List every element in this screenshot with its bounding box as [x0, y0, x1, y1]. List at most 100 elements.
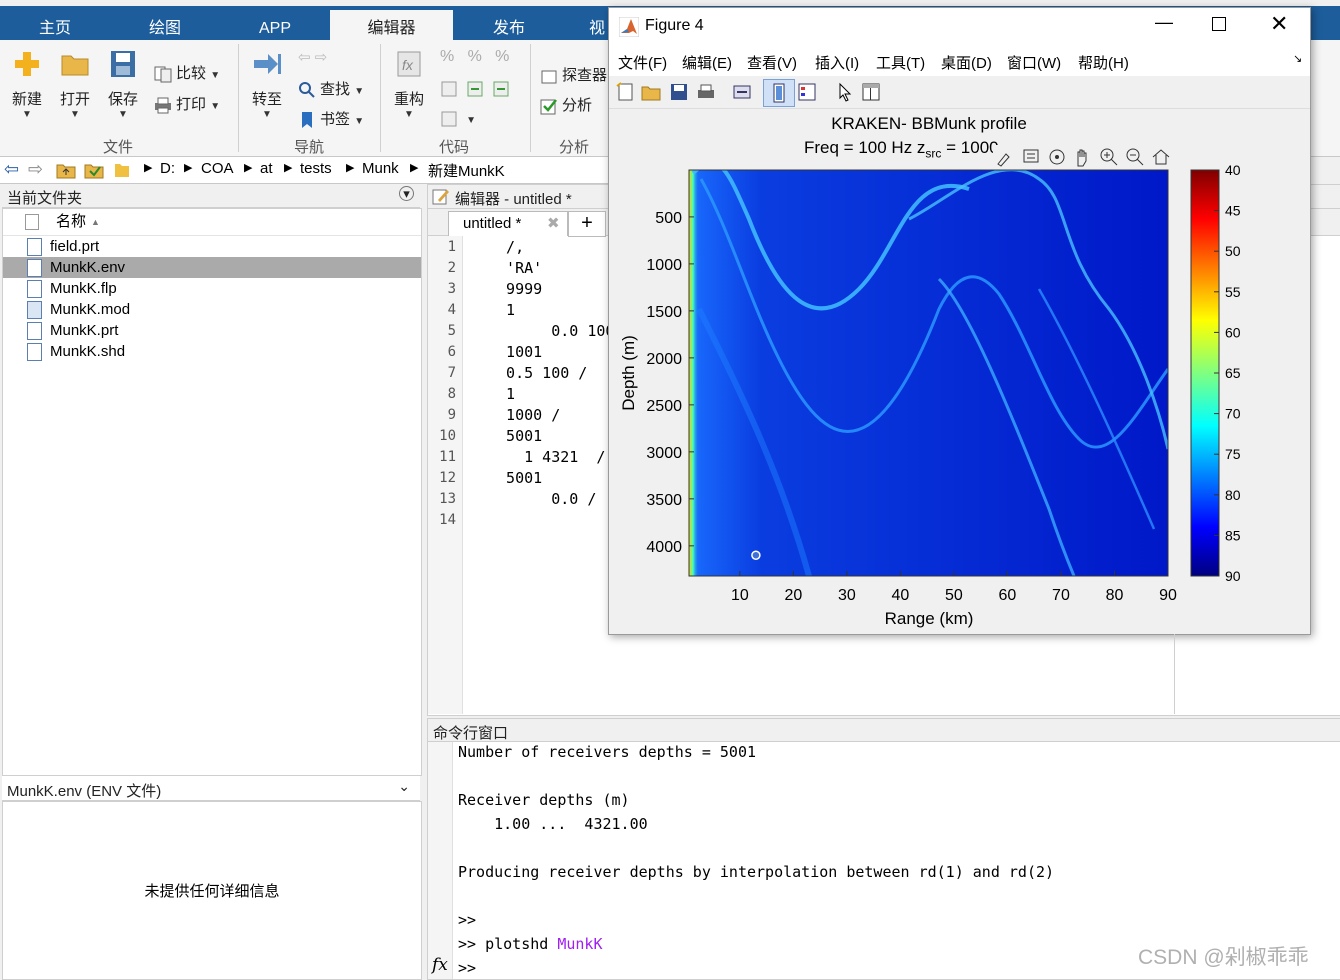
near-source-field — [689, 170, 699, 576]
open-button[interactable]: 打开 ▼ — [54, 50, 96, 120]
path-segment-current[interactable]: 新建MunkK — [428, 160, 505, 181]
close-tab-icon[interactable]: ✖ — [547, 214, 560, 232]
pointer-arrow-icon[interactable] — [835, 82, 855, 102]
find-button[interactable]: 查找 ▼ — [298, 78, 364, 99]
colorbar-toggle-active[interactable] — [763, 79, 795, 107]
current-folder-header: 当前文件夹 ▾ — [2, 184, 420, 208]
menu-window[interactable]: 窗口(W) — [1007, 52, 1061, 73]
format-tools[interactable]: ▼ — [440, 110, 476, 128]
details-header[interactable]: MunkK.env (ENV 文件) ⌄ — [2, 776, 420, 801]
browse-folder-icon[interactable] — [84, 161, 104, 179]
legend-icon[interactable] — [797, 82, 817, 102]
chevron-down-icon[interactable]: ⌄ — [398, 778, 410, 795]
forward-icon[interactable]: ⇨ — [28, 159, 43, 180]
path-segment-d[interactable]: D: — [160, 160, 175, 177]
command-input-prompt[interactable]: >> — [458, 959, 476, 977]
menu-desktop[interactable]: 桌面(D) — [941, 52, 992, 73]
link-plot-icon[interactable] — [732, 82, 752, 102]
editor-tab-untitled[interactable]: untitled * ✖ — [448, 211, 568, 236]
close-window-icon[interactable]: ✕ — [1270, 11, 1288, 37]
property-inspector-icon[interactable] — [861, 82, 881, 102]
panel-menu-icon[interactable]: ▾ — [399, 186, 414, 201]
matlab-logo-icon — [619, 17, 639, 37]
new-plus-icon — [15, 52, 39, 76]
x-tick-label: 50 — [945, 587, 963, 604]
folder-icon — [61, 55, 89, 76]
file-row[interactable]: MunkK.flp — [3, 278, 421, 299]
save-figure-icon[interactable] — [669, 82, 689, 102]
maximize-icon[interactable] — [1212, 17, 1226, 31]
wrap-comment-icon[interactable]: % — [495, 48, 509, 65]
print-button[interactable]: 打印 ▼ — [154, 93, 220, 114]
comment-tools[interactable]: % % % — [440, 48, 509, 66]
file-list-header[interactable]: 名称 ▲ — [3, 209, 421, 236]
menu-view[interactable]: 查看(V) — [747, 52, 797, 73]
path-segment-munk[interactable]: Munk — [362, 160, 399, 177]
command-gutter — [428, 742, 453, 979]
minimize-icon[interactable]: — — [1155, 12, 1173, 33]
name-column-header[interactable]: 名称 — [56, 209, 86, 235]
file-row-selected[interactable]: MunkK.env — [3, 257, 421, 278]
goto-button[interactable]: 转至 ▼ — [246, 50, 288, 120]
file-row[interactable]: field.prt — [3, 236, 421, 257]
path-sep-icon: ▶ — [284, 162, 293, 174]
command-prompt-line: >> — [458, 911, 477, 929]
bookmark-button[interactable]: 书签 ▼ — [298, 108, 364, 129]
menu-edit[interactable]: 编辑(E) — [682, 52, 732, 73]
bookmark-icon — [302, 112, 312, 129]
path-sep-icon: ▶ — [144, 162, 153, 174]
line-number: 5 — [447, 323, 456, 339]
back-forward-buttons[interactable]: ⇦ ⇨ — [298, 48, 327, 66]
menu-file[interactable]: 文件(F) — [618, 52, 667, 73]
y-axis-label: Depth (m) — [619, 335, 638, 411]
menu-tools[interactable]: 工具(T) — [876, 52, 925, 73]
new-figure-icon[interactable] — [615, 82, 635, 102]
line-number: 6 — [447, 344, 456, 360]
fx-function-browser-icon[interactable]: fx — [432, 955, 448, 975]
explorer-label: 探查器 — [562, 67, 608, 84]
print-figure-icon[interactable] — [696, 82, 716, 102]
file-name: MunkK.prt — [50, 322, 119, 339]
search-icon — [299, 82, 315, 98]
editor-tab-label: untitled * — [463, 215, 522, 232]
forward-arrow-icon[interactable]: ⇨ — [315, 49, 328, 66]
save-button[interactable]: 保存 ▼ — [102, 50, 144, 120]
back-icon[interactable]: ⇦ — [4, 159, 19, 180]
explorer-button[interactable]: 探查器 — [540, 64, 607, 85]
menu-help[interactable]: 帮助(H) — [1078, 52, 1129, 73]
dock-arrow-icon[interactable]: ↘ — [1293, 52, 1302, 65]
source-marker — [751, 550, 761, 560]
analyze-label: 分析 — [562, 97, 593, 114]
new-tab-plus-icon[interactable]: + — [568, 211, 606, 237]
group-separator — [380, 44, 381, 152]
analyze-button[interactable]: 分析 — [540, 94, 592, 115]
path-segment-tests[interactable]: tests — [300, 160, 332, 177]
uncomment-icon[interactable]: % — [468, 48, 482, 65]
code-line: 9999 — [488, 280, 543, 298]
indent-tools[interactable] — [440, 80, 514, 98]
open-file-icon[interactable] — [641, 82, 661, 102]
path-segment-coa[interactable]: COA — [201, 160, 234, 177]
comment-icon[interactable]: % — [440, 48, 454, 65]
group-label-code: 代码 — [438, 139, 469, 156]
goto-label: 转至 — [251, 91, 282, 108]
new-button[interactable]: 新建 ▼ — [6, 50, 48, 120]
file-row[interactable]: MunkK.mod — [3, 299, 421, 320]
line-number: 11 — [439, 449, 456, 465]
file-name: MunkK.env — [50, 259, 126, 276]
colorbar-tick-label: 70 — [1225, 406, 1241, 422]
file-name: MunkK.flp — [50, 280, 117, 297]
path-sep-icon: ▶ — [346, 162, 355, 174]
back-arrow-icon[interactable]: ⇦ — [298, 49, 311, 66]
compare-button[interactable]: 比较 ▼ — [154, 62, 220, 83]
group-label-analysis: 分析 — [558, 139, 589, 156]
file-row[interactable]: MunkK.prt — [3, 320, 421, 341]
x-tick-label: 30 — [838, 587, 856, 604]
refactor-button[interactable]: fx 重构 ▼ — [388, 50, 430, 120]
details-title: MunkK.env (ENV 文件) — [7, 783, 162, 800]
menu-insert[interactable]: 插入(I) — [815, 52, 859, 73]
path-segment-at[interactable]: at — [260, 160, 273, 177]
file-row[interactable]: MunkK.shd — [3, 341, 421, 362]
y-tick-label: 1500 — [646, 304, 682, 321]
up-folder-icon[interactable] — [56, 161, 76, 179]
